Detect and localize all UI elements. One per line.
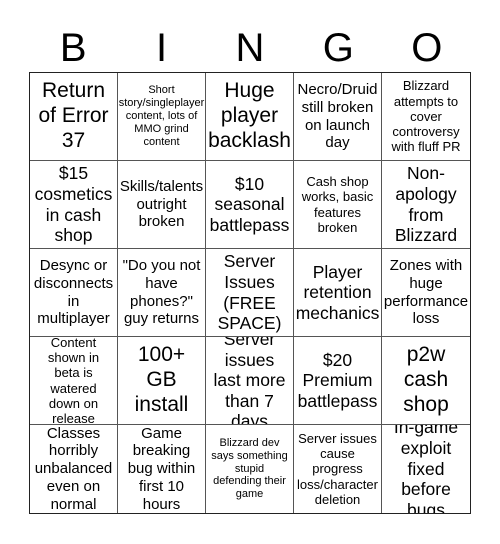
- bingo-cell[interactable]: Blizzard attempts to cover controversy w…: [382, 73, 470, 161]
- bingo-cell[interactable]: p2w cash shop: [382, 337, 470, 425]
- bingo-cell[interactable]: Huge player backlash: [206, 73, 294, 161]
- free-space-cell[interactable]: Server Issues (FREE SPACE): [206, 249, 294, 337]
- bingo-cell[interactable]: $20 Premium battlepass: [294, 337, 382, 425]
- bingo-cell[interactable]: Blizzard dev says something stupid defen…: [206, 425, 294, 513]
- bingo-cell[interactable]: "Do you not have phones?" guy returns: [118, 249, 206, 337]
- header-letter-o: O: [411, 26, 443, 70]
- bingo-cell[interactable]: Short story/singleplayer content, lots o…: [118, 73, 206, 161]
- bingo-cell[interactable]: Necro/Druid still broken on launch day: [294, 73, 382, 161]
- bingo-cell[interactable]: In-game exploit fixed before bugs: [382, 425, 470, 513]
- bingo-cell[interactable]: Server issues last more than 7 days: [206, 337, 294, 425]
- bingo-header: B I N G O: [29, 24, 471, 72]
- bingo-cell[interactable]: 100+ GB install: [118, 337, 206, 425]
- bingo-cell[interactable]: $15 cosmetics in cash shop: [30, 161, 118, 249]
- bingo-cell[interactable]: Player retention mechanics: [294, 249, 382, 337]
- bingo-cell[interactable]: Classes horribly unbalanced even on norm…: [30, 425, 118, 513]
- bingo-grid: Return of Error 37 Short story/singlepla…: [29, 72, 471, 514]
- bingo-cell[interactable]: Non-apology from Blizzard: [382, 161, 470, 249]
- header-letter-b: B: [59, 26, 87, 70]
- header-letter-n: N: [235, 26, 265, 70]
- bingo-cell[interactable]: Return of Error 37: [30, 73, 118, 161]
- header-letter-g: G: [322, 26, 354, 70]
- bingo-cell[interactable]: Cash shop works, basic features broken: [294, 161, 382, 249]
- bingo-cell[interactable]: Game breaking bug within first 10 hours: [118, 425, 206, 513]
- bingo-cell[interactable]: Content shown in beta is watered down on…: [30, 337, 118, 425]
- bingo-cell[interactable]: Skills/talents outright broken: [118, 161, 206, 249]
- bingo-cell[interactable]: Desync or disconnects in multiplayer: [30, 249, 118, 337]
- bingo-cell[interactable]: $10 seasonal battlepass: [206, 161, 294, 249]
- header-letter-i: I: [156, 26, 168, 70]
- bingo-cell[interactable]: Zones with huge performance loss: [382, 249, 470, 337]
- bingo-cell[interactable]: Server issues cause progress loss/charac…: [294, 425, 382, 513]
